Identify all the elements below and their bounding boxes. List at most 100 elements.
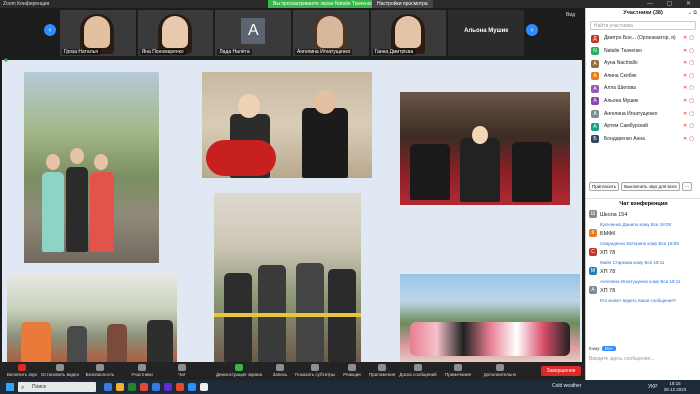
avatar: A <box>591 110 599 119</box>
participant-item[interactable]: A Альона Мушик ✕▢ <box>586 95 700 108</box>
participants-icon <box>138 364 146 371</box>
zoom-icon[interactable] <box>188 383 196 391</box>
mic-muted-icon: ✕▢ <box>683 123 696 130</box>
windows-start-icon[interactable] <box>6 383 14 391</box>
photo-diploma-ceremony <box>202 72 372 178</box>
avatar: A <box>591 122 599 131</box>
app-icon[interactable] <box>140 383 148 391</box>
video-tile[interactable]: Альона Мушик <box>448 10 525 56</box>
chat-button[interactable]: Чат <box>160 364 204 377</box>
apps-icon <box>378 364 386 371</box>
tile-name: Ганна Дмитрієва <box>372 49 416 55</box>
task-view-icon[interactable] <box>104 383 112 391</box>
meeting-toolbar: Включить звук Остановить видео Безопасно… <box>0 362 585 380</box>
chrome-icon[interactable] <box>152 383 160 391</box>
file-explorer-icon[interactable] <box>116 383 124 391</box>
window-titlebar: Zoom Конференция Вы просматриваете экран… <box>0 0 700 8</box>
shield-icon <box>96 364 104 371</box>
video-tile[interactable]: Ангелина Игнатущенко <box>293 10 369 56</box>
window-title: Zoom Конференция <box>3 1 50 7</box>
invite-button[interactable]: Пригласить <box>589 182 620 191</box>
mic-muted-icon: ✕▢ <box>683 110 696 117</box>
record-icon <box>276 364 284 371</box>
whiteboard-icon <box>414 364 422 371</box>
recipient-select[interactable]: Все <box>602 346 616 351</box>
chat-recipient: Кому: Все <box>586 346 700 351</box>
search-icon: ⌕ <box>21 385 25 391</box>
chat-messages: Ш Школа 154 Кульченко Данило кому Все 18:… <box>586 210 700 305</box>
participant-item[interactable]: Д Дмитро Бон... (Организатор, я) ✕▢ <box>586 32 700 45</box>
more-button[interactable]: Дополнительно <box>478 364 522 377</box>
app-icon[interactable] <box>164 383 172 391</box>
chat-message-meta: Кульченко Данило кому Все 18:08 <box>600 222 671 227</box>
app-icon[interactable] <box>200 383 208 391</box>
video-tile[interactable]: Ганна Дмитрієва <box>370 10 447 56</box>
avatar: Ш <box>589 210 597 218</box>
whiteboard-button[interactable]: Доска сообщений <box>396 364 440 377</box>
taskbar-search-input[interactable]: ⌕ Поиск <box>18 382 96 392</box>
avatar: A <box>591 59 599 68</box>
share-banner[interactable]: Вы просматриваете экран Natalie Ткаченко <box>268 0 378 8</box>
side-panel: Участники (38) ⌄ ⧉ Найти участника Д Дмит… <box>585 8 700 380</box>
avatar: M <box>589 267 597 275</box>
chat-message: M ХП 78 <box>589 267 616 275</box>
security-button[interactable]: Безопасность <box>78 364 122 377</box>
participant-list: Д Дмитро Бон... (Организатор, я) ✕▢ N Natal… <box>586 32 700 145</box>
share-screen-button[interactable]: Демонстрация экрана <box>214 364 264 377</box>
participant-item[interactable]: N Natalie Ткаченко ✕▢ <box>586 45 700 58</box>
mic-muted-icon: ✕▢ <box>683 72 696 79</box>
tile-name: Лада Налёта <box>217 49 252 55</box>
mute-all-button[interactable]: Выключить звук для всех <box>621 182 680 191</box>
captions-icon <box>311 364 319 371</box>
mic-muted-icon: ✕▢ <box>683 135 696 142</box>
panel-controls[interactable]: ⌄ ⧉ <box>688 8 697 18</box>
photo-graduates-hall <box>400 92 570 205</box>
view-settings-button[interactable]: Настройки просмотра <box>372 0 433 8</box>
avatar: Д <box>591 34 599 43</box>
strip-next-arrow-icon[interactable]: › <box>526 24 538 36</box>
photo-group-outdoors <box>400 274 580 362</box>
photo-graduates-outdoors <box>24 72 159 263</box>
chat-message-input[interactable]: Введите здесь сообщение... <box>589 356 697 366</box>
tile-name: Ангелина Игнатущенко <box>295 49 353 55</box>
mic-muted-icon: ✕▢ <box>683 85 696 92</box>
system-clock[interactable]: 18:15 28.12.2023 <box>660 381 690 393</box>
participant-item[interactable]: A Aуна Nachtallo ✕▢ <box>586 57 700 70</box>
avatar: С <box>589 248 597 256</box>
window-controls[interactable]: — ▢ ✕ <box>647 0 697 7</box>
mic-muted-icon: ✕▢ <box>683 35 696 41</box>
mic-muted-icon: ✕▢ <box>683 47 696 54</box>
participant-item[interactable]: Б Бондаренко Анна ✕▢ <box>586 133 700 146</box>
chat-message: A ХП 78 <box>586 286 700 296</box>
language-indicator[interactable]: УКР <box>648 384 657 390</box>
photo-ribbon-cutting <box>214 193 361 362</box>
chat-message-meta: Свириденко Катерина кому Все 18:09 <box>600 241 679 246</box>
participants-button[interactable]: Участники <box>120 364 164 377</box>
share-screen-icon <box>235 364 243 371</box>
video-tile[interactable]: Яна Пономаренко <box>137 10 214 56</box>
chat-message: С ХП 78 <box>586 248 700 258</box>
meeting-stage: ‹ Гроза Наталья Яна Пономаренко A Лада Н… <box>0 8 585 362</box>
video-tile[interactable]: A Лада Налёта <box>215 10 292 56</box>
weather-widget[interactable]: Cold weather <box>552 383 581 389</box>
chat-message-meta: Ангелина Игнатущенко кому Все 18:11 <box>600 279 681 284</box>
end-meeting-button[interactable]: Завершение <box>541 366 581 376</box>
participant-item[interactable]: A Алина Скобяк ✕▢ <box>586 70 700 83</box>
app-icon[interactable] <box>176 383 184 391</box>
strip-prev-arrow-icon[interactable]: ‹ <box>44 24 56 36</box>
chat-message-meta: Майя Старкова кому Все 18:11 <box>600 260 665 265</box>
video-tile[interactable]: Гроза Наталья <box>60 10 136 56</box>
notes-button[interactable]: Примечания <box>436 364 480 377</box>
participant-item[interactable]: A Ангелина Игнатущенко ✕▢ <box>586 108 700 121</box>
app-icon[interactable] <box>128 383 136 391</box>
shared-screen <box>2 60 582 362</box>
more-options-button[interactable]: ··· <box>681 182 693 191</box>
tile-name: Гроза Наталья <box>62 49 100 55</box>
chat-visibility-link[interactable]: Кто может видеть ваши сообщения? <box>586 296 700 305</box>
view-button[interactable]: Вид <box>566 12 575 18</box>
participant-item[interactable]: A Артем Самбурский ✕▢ <box>586 120 700 133</box>
participant-item[interactable]: A Алла Шилова ✕▢ <box>586 82 700 95</box>
avatar: A <box>591 97 599 106</box>
participant-search-input[interactable]: Найти участника <box>590 21 696 30</box>
stop-video-button[interactable]: Остановить видео <box>38 364 82 377</box>
